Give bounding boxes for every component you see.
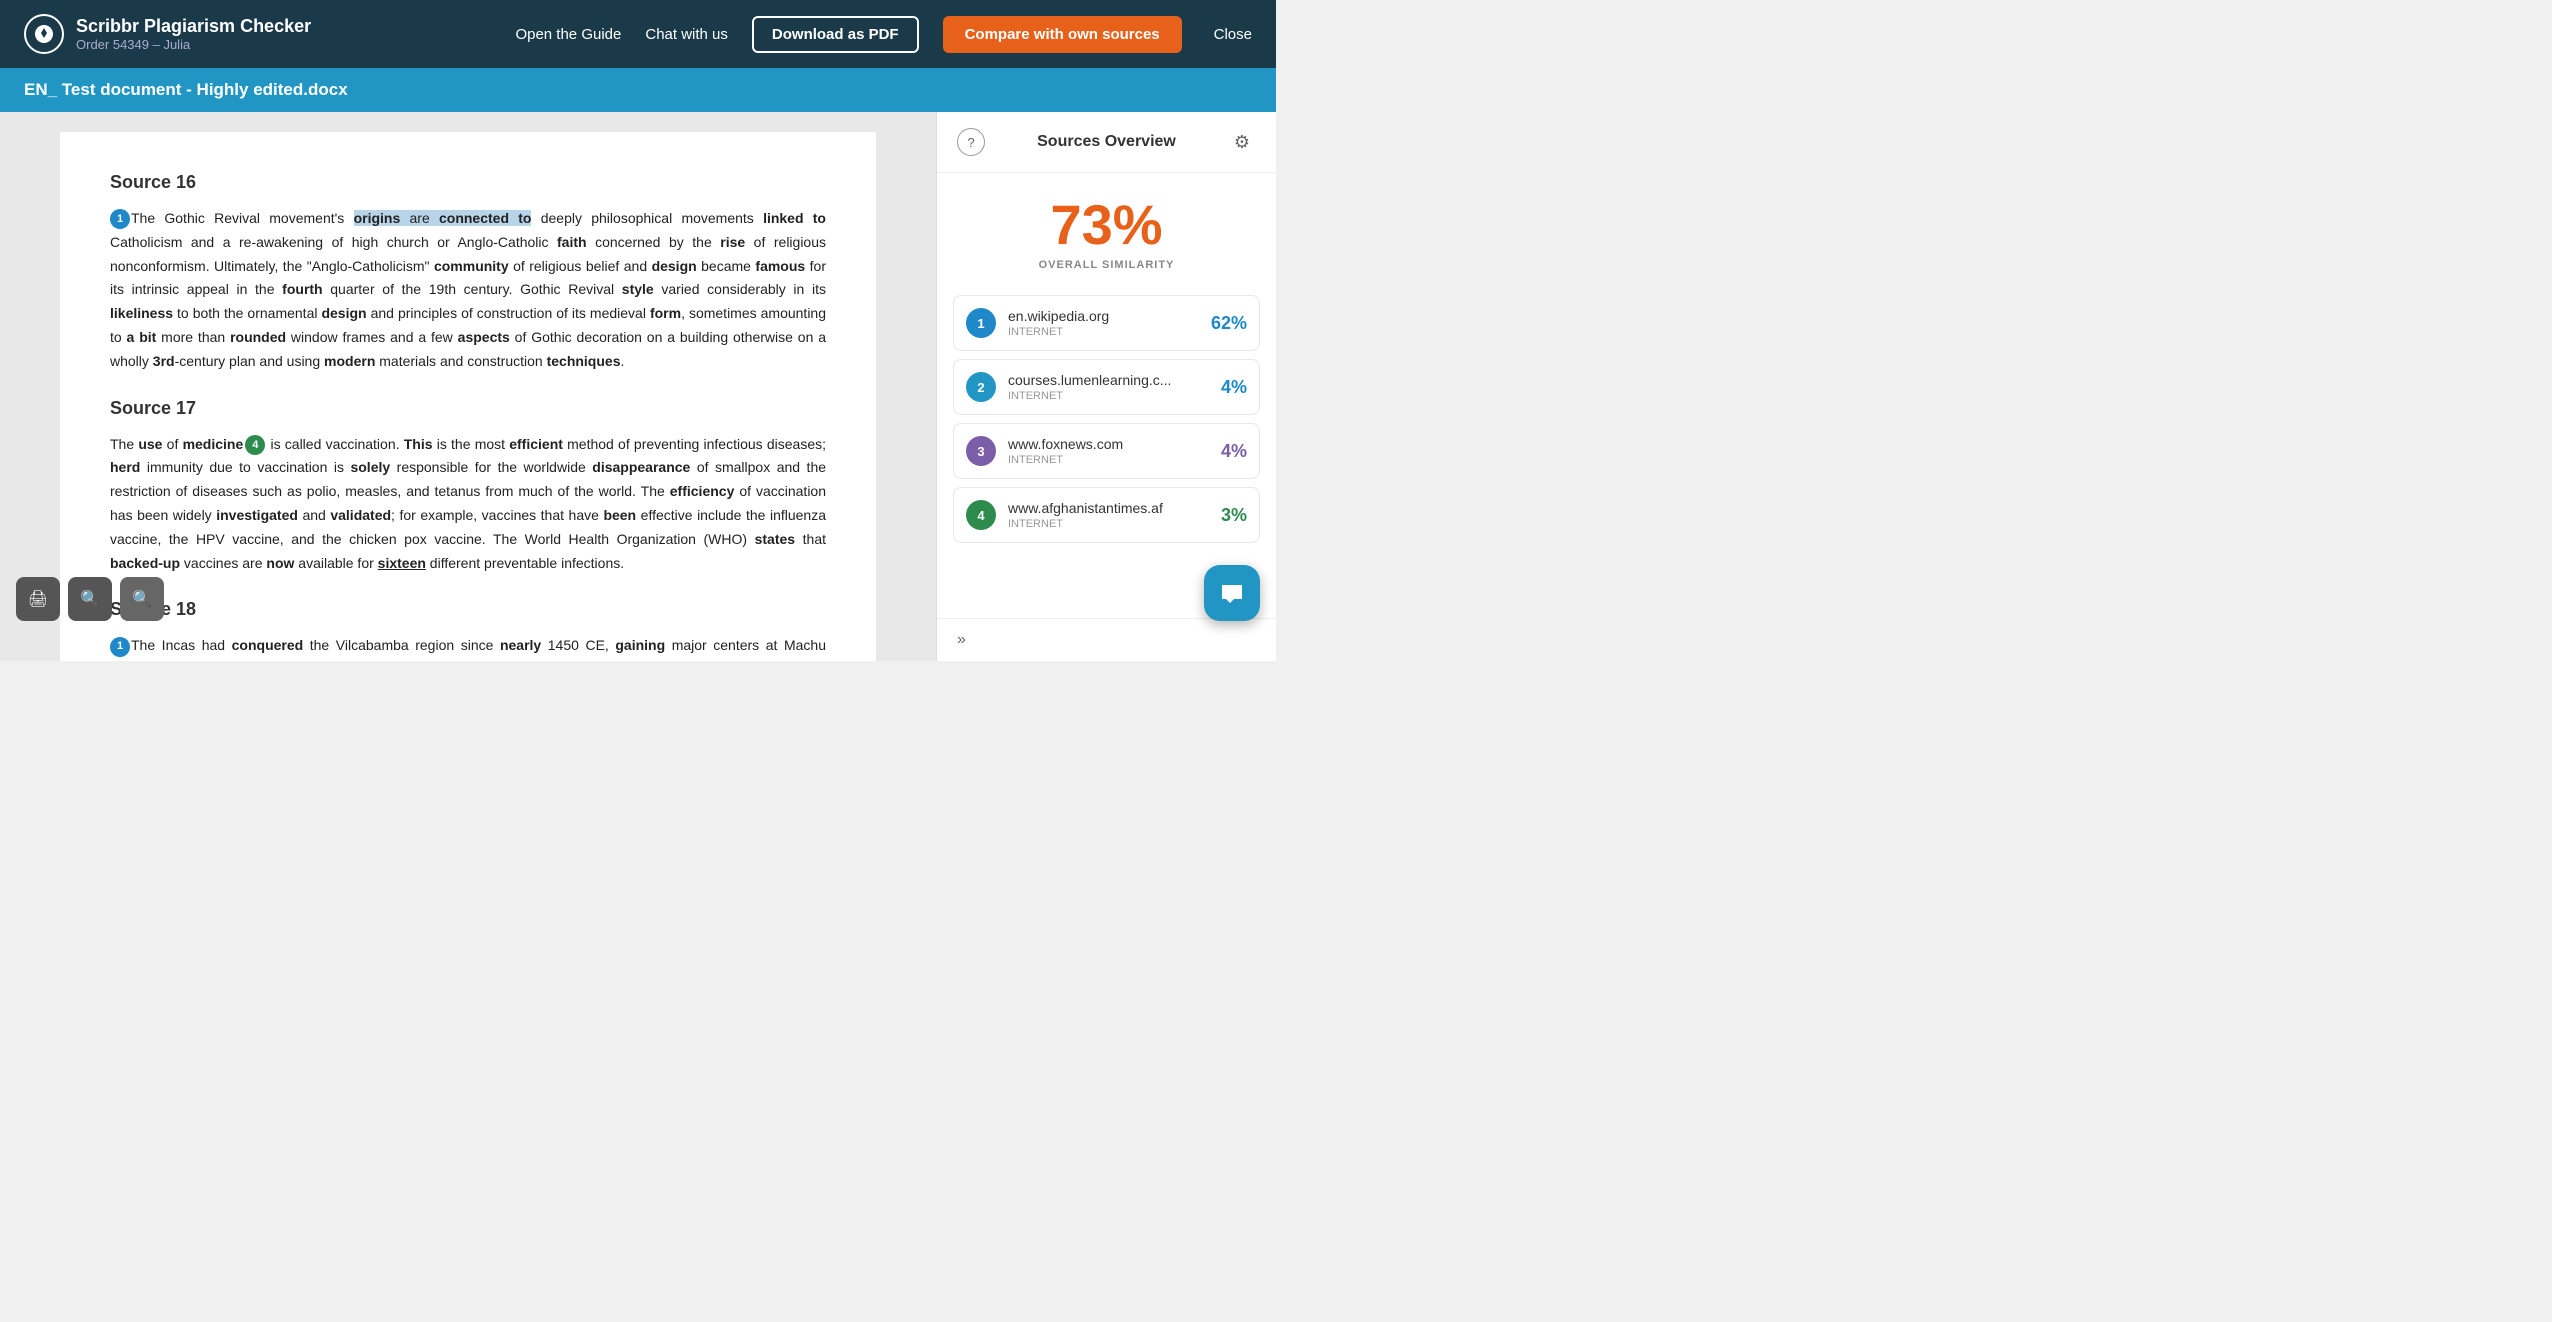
source-17-para: The use of medicine4 is called vaccinati… [110,433,826,576]
similarity-label: OVERALL SIMILARITY [957,259,1256,271]
source-item-3[interactable]: 3 www.foxnews.com INTERNET 4% [953,423,1260,479]
file-bar: EN_ Test document - Highly edited.docx [0,68,1276,112]
source-num-badge: 2 [966,372,996,402]
compare-sources-button[interactable]: Compare with own sources [943,16,1182,53]
document-page: Source 16 1The Gothic Revival movement's… [60,132,876,661]
source-domain: en.wikipedia.org [1008,308,1211,324]
source-percent: 62% [1211,313,1247,334]
source-type: INTERNET [1008,326,1211,338]
source-num-badge: 4 [966,500,996,530]
source-percent: 3% [1221,505,1247,526]
source-17-heading: Source 17 [110,398,826,419]
source-percent: 4% [1221,377,1247,398]
zoom-in-button[interactable]: 🔍 [120,577,164,621]
zoom-out-button[interactable]: 🔍 [68,577,112,621]
source-16-heading: Source 16 [110,172,826,193]
source-type: INTERNET [1008,518,1221,530]
chat-with-us-link[interactable]: Chat with us [645,26,728,43]
similarity-percent: 73% [957,197,1256,253]
source-domain: www.foxnews.com [1008,436,1221,452]
app-header: Scribbr Plagiarism Checker Order 54349 –… [0,0,1276,68]
source-info: en.wikipedia.org INTERNET [1008,308,1211,338]
panel-title: Sources Overview [1037,133,1176,151]
chat-fab-button[interactable] [1204,565,1260,621]
source-type: INTERNET [1008,454,1221,466]
source-percent: 4% [1221,441,1247,462]
source-18-para: 1The Incas had conquered the Vilcabamba … [110,634,826,661]
source-domain: courses.lumenlearning.c... [1008,372,1221,388]
source-info: www.foxnews.com INTERNET [1008,436,1221,466]
app-title: Scribbr Plagiarism Checker [76,16,311,37]
similarity-area: 73% OVERALL SIMILARITY [937,173,1276,287]
panel-bottom-nav: » [937,618,1276,661]
logo-area: Scribbr Plagiarism Checker Order 54349 –… [24,14,499,54]
source-item-4[interactable]: 4 www.afghanistantimes.af INTERNET 3% [953,487,1260,543]
badge-1-s18: 1 [110,637,130,657]
source-item-2[interactable]: 2 courses.lumenlearning.c... INTERNET 4% [953,359,1260,415]
header-nav: Open the Guide Chat with us Download as … [515,16,1252,53]
main-content: Source 16 1The Gothic Revival movement's… [0,112,1276,661]
badge-4-s17: 4 [245,435,265,455]
print-button[interactable]: 🖨 [16,577,60,621]
source-info: www.afghanistantimes.af INTERNET [1008,500,1221,530]
source-domain: www.afghanistantimes.af [1008,500,1221,516]
open-guide-link[interactable]: Open the Guide [515,26,621,43]
highlight-origins: origins are connected to [354,210,532,226]
source-num-badge: 3 [966,436,996,466]
source-18-heading: Source 18 [110,599,826,620]
help-icon-button[interactable]: ? [957,128,985,156]
panel-icons: ⚙ [1228,128,1256,156]
source-type: INTERNET [1008,390,1221,402]
settings-icon[interactable]: ⚙ [1228,128,1256,156]
logo-text: Scribbr Plagiarism Checker Order 54349 –… [76,16,311,52]
panel-header: ? Sources Overview ⚙ [937,112,1276,173]
source-num-badge: 1 [966,308,996,338]
bottom-tools: 🖨 🔍 🔍 [16,577,164,621]
filename: EN_ Test document - Highly edited.docx [24,80,348,99]
source-info: courses.lumenlearning.c... INTERNET [1008,372,1221,402]
logo-icon [24,14,64,54]
badge-1-s16: 1 [110,209,130,229]
order-subtitle: Order 54349 – Julia [76,37,311,52]
source-16-para: 1The Gothic Revival movement's origins a… [110,207,826,374]
close-button[interactable]: Close [1214,26,1252,43]
source-item-1[interactable]: 1 en.wikipedia.org INTERNET 62% [953,295,1260,351]
download-pdf-button[interactable]: Download as PDF [752,16,919,53]
nav-arrow[interactable]: » [957,631,966,649]
